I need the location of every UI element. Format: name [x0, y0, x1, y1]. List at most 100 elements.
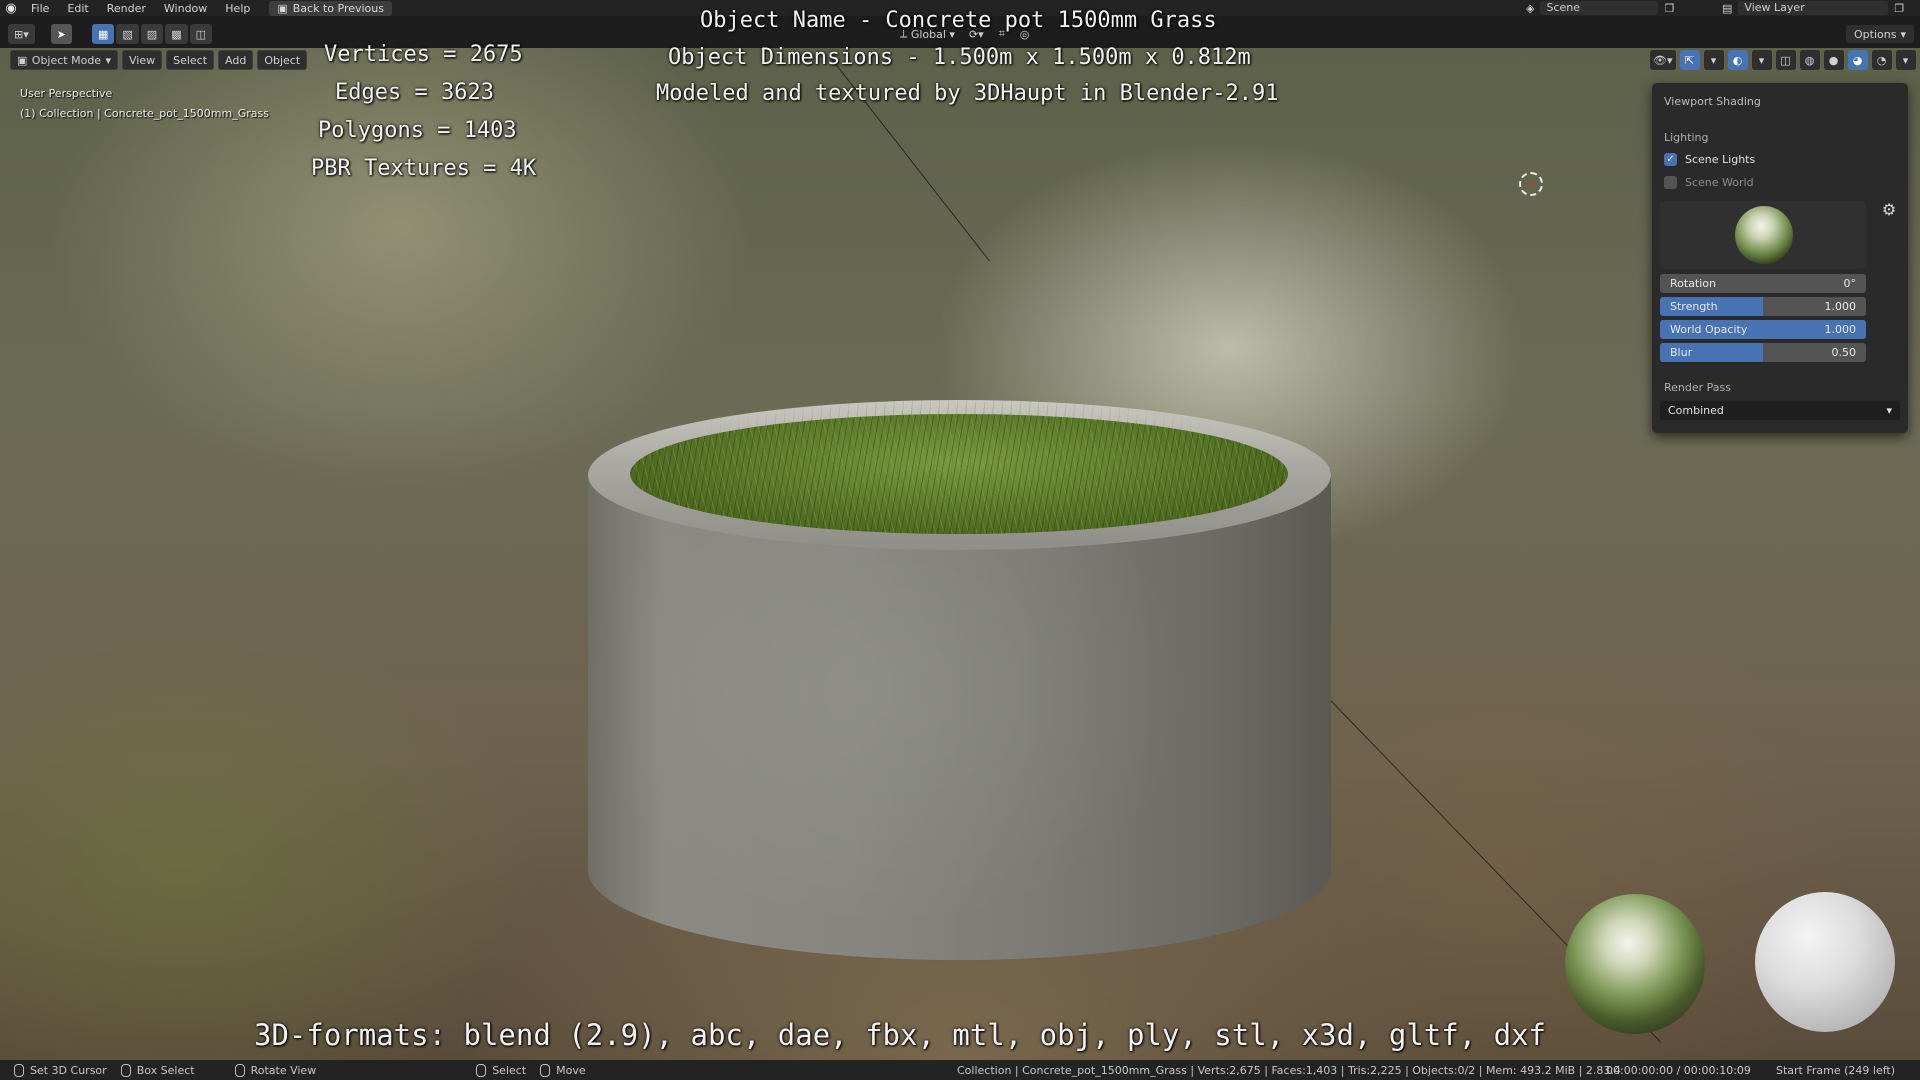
viewport-info: User Perspective (1) Collection | Concre…	[20, 84, 269, 124]
scene-world-label: Scene World	[1685, 176, 1754, 189]
menu-select[interactable]: Select	[166, 50, 215, 70]
chevron-down-icon: ▾	[1900, 27, 1906, 41]
menu-add[interactable]: Add	[218, 50, 254, 70]
hint-label: Box Select	[136, 1063, 195, 1077]
mouse-drag-icon	[120, 1063, 131, 1077]
strength-value: 1.000	[1824, 300, 1857, 313]
render-pass-dropdown[interactable]: Combined ▾	[1660, 401, 1900, 420]
hint-move: Move	[540, 1063, 586, 1077]
world-opacity-slider[interactable]: World Opacity 1.000	[1660, 320, 1866, 339]
gear-icon[interactable]: ⚙	[1880, 201, 1898, 219]
select-mode-invert-icon[interactable]: ▩	[165, 24, 188, 44]
object-mode-icon: ▣	[17, 53, 28, 67]
menu-edit[interactable]: Edit	[58, 2, 97, 15]
perspective-label: User Perspective	[20, 87, 113, 100]
back-to-previous-button[interactable]: ▣ Back to Previous	[269, 0, 392, 16]
menu-file[interactable]: File	[22, 2, 58, 15]
scene-lights-option[interactable]: ✓ Scene Lights	[1664, 153, 1755, 166]
rendered-shading-icon[interactable]: ◔	[1871, 50, 1892, 70]
select-mode-intersect-icon[interactable]: ◫	[189, 24, 212, 44]
options-label: Options	[1854, 27, 1897, 41]
menu-help[interactable]: Help	[216, 2, 259, 15]
blur-value: 0.50	[1831, 346, 1857, 359]
credits-line: Modeled and textured by 3DHaupt in Blend…	[656, 81, 1279, 106]
hint-label: Set 3D Cursor	[30, 1063, 107, 1077]
hint-label: Rotate View	[250, 1063, 317, 1077]
popover-title: Viewport Shading	[1664, 95, 1761, 108]
hint-label: Move	[556, 1063, 586, 1077]
visibility-icon[interactable]: 👁▾	[1650, 50, 1676, 70]
scene-lights-label: Scene Lights	[1685, 153, 1756, 166]
render-pass-value: Combined	[1668, 404, 1724, 417]
menu-window[interactable]: Window	[155, 2, 216, 15]
scene-lights-checkbox[interactable]: ✓	[1664, 153, 1677, 166]
playback-time: 00:00:00:00 / 00:00:10:09	[1606, 1064, 1751, 1077]
blur-label: Blur	[1670, 346, 1693, 359]
options-dropdown[interactable]: Options ▾	[1846, 25, 1914, 43]
lighting-section-label: Lighting	[1664, 131, 1709, 144]
rotation-label: Rotation	[1670, 277, 1717, 290]
hdri-thumbnail[interactable]	[1735, 206, 1793, 264]
view-layer-name-field[interactable]: View Layer	[1738, 1, 1889, 15]
grass-blades	[638, 390, 1278, 480]
shading-dropdown-icon[interactable]: ▾	[1895, 50, 1916, 70]
hint-box-select: Box Select	[120, 1063, 195, 1077]
hdri-selector[interactable]	[1660, 201, 1866, 269]
gizmo-icon[interactable]: ⇱	[1679, 50, 1700, 70]
hint-label: Select	[492, 1063, 527, 1077]
chevron-down-icon: ▾	[105, 53, 111, 67]
diffuse-preview-sphere	[1755, 892, 1895, 1032]
scene-icon: ◈	[1526, 1, 1535, 15]
mouse-middle-icon	[234, 1063, 245, 1077]
world-opacity-label: World Opacity	[1670, 323, 1748, 336]
scene-world-option[interactable]: Scene World	[1664, 176, 1754, 189]
object-name-title: Object Name - Concrete pot 1500mm Grass	[700, 8, 1217, 33]
select-mode-new-icon[interactable]: ▦	[91, 24, 115, 44]
hint-rotate-view: Rotate View	[234, 1063, 317, 1077]
strength-slider[interactable]: Strength 1.000	[1660, 297, 1866, 316]
collection-info: (1) Collection | Concrete_pot_1500mm_Gra…	[20, 107, 269, 120]
material-preview-shading-icon[interactable]: ◕	[1847, 50, 1868, 70]
hint-set-3d-cursor: Set 3D Cursor	[14, 1063, 107, 1077]
select-mode-extend-icon[interactable]: ▧	[116, 24, 139, 44]
blur-slider[interactable]: Blur 0.50	[1660, 343, 1866, 362]
overlays-icon[interactable]: ◐	[1727, 50, 1748, 70]
gizmo-dropdown-icon[interactable]: ▾	[1703, 50, 1724, 70]
polygons-count: Polygons = 1403	[318, 118, 517, 143]
concrete-pot-model[interactable]	[588, 390, 1331, 960]
scene-world-checkbox[interactable]	[1664, 176, 1677, 189]
wireframe-shading-icon[interactable]: ◍	[1799, 50, 1820, 70]
hdri-reflection-sphere	[1565, 894, 1705, 1034]
menu-view[interactable]: View	[122, 50, 163, 70]
solid-shading-icon[interactable]: ●	[1823, 50, 1844, 70]
xray-icon[interactable]: ◫	[1775, 50, 1796, 70]
menu-render[interactable]: Render	[98, 2, 155, 15]
editor-type-icon[interactable]: ⊞▾	[8, 24, 35, 44]
menu-object[interactable]: Object	[257, 50, 308, 70]
view-layer-selector[interactable]: ▤ View Layer ❐	[1722, 1, 1918, 15]
hint-select: Select	[476, 1063, 527, 1077]
rotation-value: 0°	[1843, 277, 1857, 290]
copy-icon[interactable]: ❐	[1664, 2, 1674, 15]
viewport-shading-popover: Viewport Shading Lighting ✓ Scene Lights…	[1652, 83, 1908, 433]
mouse-left-icon	[14, 1063, 24, 1077]
object-dimensions: Object Dimensions - 1.500m x 1.500m x 0.…	[668, 45, 1251, 70]
scene-name-field[interactable]: Scene	[1540, 1, 1659, 15]
object-mode-dropdown[interactable]: ▣ Object Mode ▾	[10, 50, 118, 70]
3d-cursor-icon[interactable]	[1519, 172, 1543, 196]
copy-icon[interactable]: ❐	[1894, 2, 1904, 15]
render-pass-label: Render Pass	[1664, 381, 1731, 394]
scene-selector[interactable]: ◈ Scene ❐	[1526, 1, 1686, 15]
overlays-dropdown-icon[interactable]: ▾	[1751, 50, 1772, 70]
mouse-right-icon	[476, 1063, 487, 1077]
select-tool-icon[interactable]: ➤	[50, 24, 72, 44]
frame-info: Start Frame (249 left)	[1776, 1064, 1896, 1077]
chevron-down-icon: ▾	[1886, 404, 1892, 417]
view-layer-icon: ▤	[1722, 1, 1733, 15]
object-mode-label: Object Mode	[31, 53, 102, 67]
select-mode-subtract-icon[interactable]: ▨	[140, 24, 164, 44]
blender-logo-icon[interactable]: ◉	[0, 1, 22, 16]
strength-label: Strength	[1670, 300, 1718, 313]
rotation-slider[interactable]: Rotation 0°	[1660, 274, 1866, 293]
screen-icon: ▣	[277, 1, 288, 15]
